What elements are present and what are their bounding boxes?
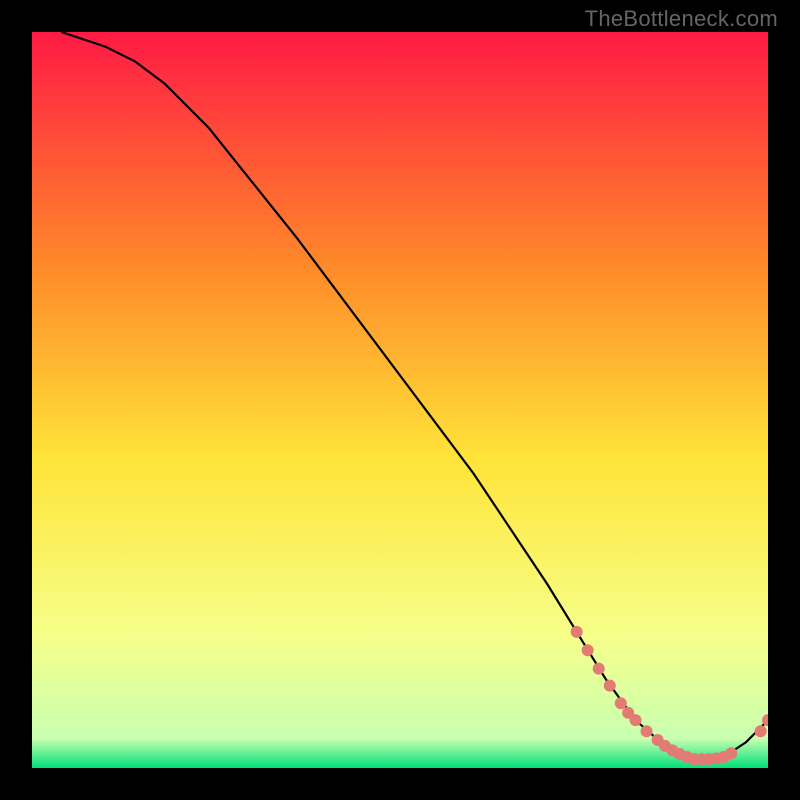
bottleneck-curve-chart	[32, 32, 768, 768]
data-point	[571, 626, 583, 638]
data-point	[615, 697, 627, 709]
data-point	[755, 725, 767, 737]
watermark-text: TheBottleneck.com	[585, 6, 778, 32]
curve-line	[61, 32, 768, 759]
data-point	[725, 747, 737, 759]
data-point	[641, 725, 653, 737]
data-point	[604, 680, 616, 692]
data-point	[630, 714, 642, 726]
data-point	[582, 644, 594, 656]
data-points	[571, 626, 768, 765]
data-point	[593, 663, 605, 675]
